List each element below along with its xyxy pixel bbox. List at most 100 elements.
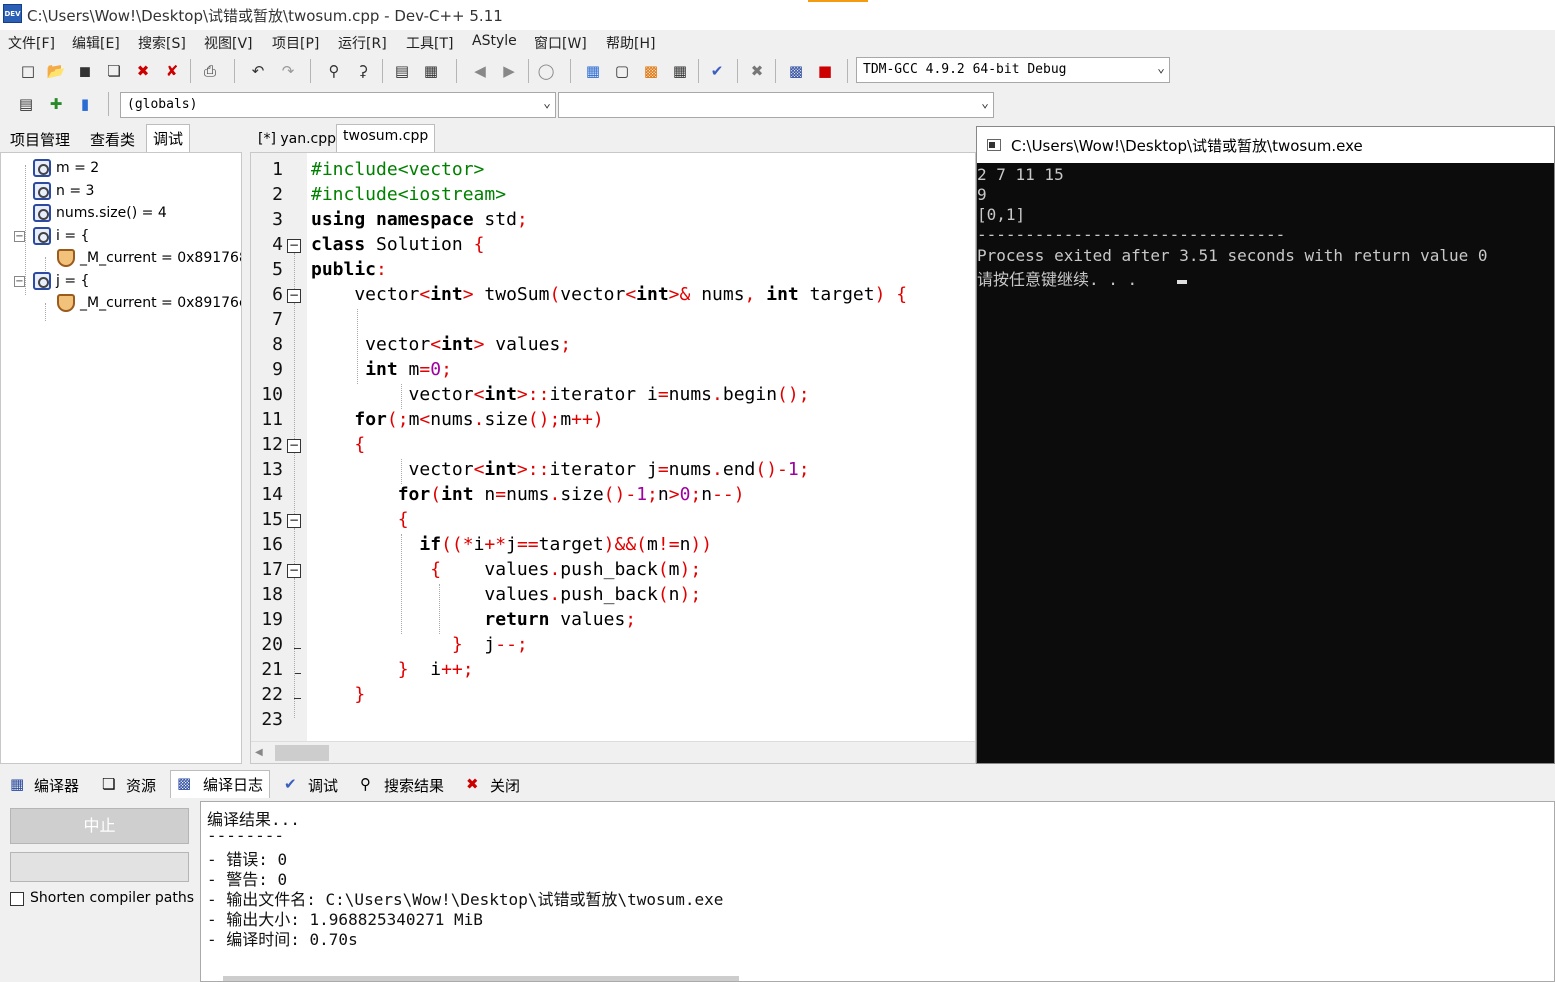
abort-button[interactable]: 中止 bbox=[10, 808, 189, 844]
insert-icon[interactable]: ▤ bbox=[14, 92, 38, 116]
line-number: 19 bbox=[261, 609, 283, 630]
tab-close[interactable]: ✖ 关闭 bbox=[460, 772, 526, 798]
log-horizontal-scrollbar[interactable] bbox=[223, 976, 739, 981]
fold-toggle-icon[interactable]: − bbox=[287, 439, 301, 453]
shorten-paths-checkbox[interactable] bbox=[10, 892, 24, 906]
watch-variable-icon bbox=[33, 182, 51, 200]
fold-toggle-icon[interactable]: − bbox=[287, 514, 301, 528]
scope-select[interactable]: (globals) ⌄ bbox=[120, 92, 556, 118]
tab-compiler[interactable]: ▦ 编译器 bbox=[4, 772, 85, 798]
fold-toggle-icon[interactable]: − bbox=[287, 564, 301, 578]
watch-child-item[interactable]: _M_current = 0x89176c bbox=[57, 292, 241, 314]
comment-icon[interactable]: ◯ bbox=[534, 59, 558, 83]
save-icon[interactable]: ◼ bbox=[73, 59, 97, 83]
code-line-10: vector<int>::iterator i=nums.begin(); bbox=[311, 384, 810, 405]
watch-item[interactable]: nums.size() = 4 bbox=[33, 202, 167, 224]
code-editor[interactable]: 1 2 3 4 5 6 7 8 9 10 11 12 13 14 15 16 1… bbox=[250, 152, 976, 764]
fold-toggle-icon[interactable]: − bbox=[287, 239, 301, 253]
compile-icon[interactable]: ▦ bbox=[581, 59, 605, 83]
code-line-1: #include<vector> bbox=[311, 159, 485, 180]
tab-debug-bottom[interactable]: ✔ 调试 bbox=[278, 772, 344, 798]
unindent-icon[interactable]: ▶ bbox=[497, 59, 521, 83]
tab-search-results[interactable]: ⚲ 搜索结果 bbox=[354, 772, 450, 798]
menu-astyle[interactable]: AStyle bbox=[472, 33, 517, 49]
tab-project-manager[interactable]: 项目管理 bbox=[4, 126, 76, 152]
watch-item[interactable]: i = { bbox=[33, 225, 89, 247]
tab-label: 搜索结果 bbox=[384, 777, 445, 795]
chart-icon[interactable]: ▩ bbox=[784, 59, 808, 83]
tab-yan-cpp[interactable]: [*] yan.cpp bbox=[252, 128, 342, 154]
indent-icon[interactable]: ◀ bbox=[468, 59, 492, 83]
check-icon: ✔ bbox=[284, 775, 297, 793]
add-to-project-icon[interactable]: ✚ bbox=[44, 92, 68, 116]
editor-horizontal-scrollbar[interactable]: ◀ bbox=[251, 741, 975, 763]
debug-watch-tree: m = 2 n = 3 nums.size() = 4 − i = { _M_c… bbox=[0, 152, 242, 764]
tab-resources[interactable]: ❏ 资源 bbox=[96, 772, 162, 798]
undo-icon[interactable]: ↶ bbox=[246, 59, 270, 83]
watch-variable-icon bbox=[33, 159, 51, 177]
code-line-19: return values; bbox=[484, 609, 637, 630]
menu-project[interactable]: 项目[P] bbox=[272, 33, 319, 53]
code-line-12: { bbox=[354, 434, 366, 455]
close-file-icon[interactable]: ✖ bbox=[131, 59, 155, 83]
tab-twosum-cpp[interactable]: twosum.cpp bbox=[336, 124, 436, 152]
watch-item[interactable]: m = 2 bbox=[33, 157, 99, 179]
code-line-5: public: bbox=[311, 259, 387, 280]
menu-tools[interactable]: 工具[T] bbox=[406, 33, 453, 53]
syntax-check-icon[interactable]: ✔ bbox=[705, 59, 729, 83]
line-number: 18 bbox=[261, 584, 283, 605]
fold-line bbox=[294, 528, 295, 564]
toggle-bookmark-icon[interactable]: ▦ bbox=[419, 59, 443, 83]
title-bar: DEV C:\Users\Wow!\Desktop\试错或暂放\twosum.c… bbox=[0, 0, 1555, 30]
toolbar-separator bbox=[456, 59, 457, 83]
console-window[interactable]: C:\Users\Wow!\Desktop\试错或暂放\twosum.exe 2… bbox=[976, 126, 1555, 764]
line-number: 21 bbox=[261, 659, 283, 680]
watch-item[interactable]: n = 3 bbox=[33, 180, 94, 202]
menu-file[interactable]: 文件[F] bbox=[8, 33, 55, 53]
compile-log[interactable]: 编译结果... -------- - 错误: 0 - 警告: 0 - 输出文件名… bbox=[200, 801, 1555, 982]
redo-icon[interactable]: ↷ bbox=[276, 59, 300, 83]
scrollbar-thumb[interactable] bbox=[275, 745, 329, 761]
bookmark-icon[interactable]: ▮ bbox=[73, 92, 97, 116]
line-number: 22 bbox=[261, 684, 283, 705]
menu-run[interactable]: 运行[R] bbox=[338, 33, 387, 53]
find-icon[interactable]: ⚲ bbox=[322, 59, 346, 83]
menu-search[interactable]: 搜索[S] bbox=[138, 33, 186, 53]
menu-bar: 文件[F] 编辑[E] 搜索[S] 视图[V] 项目[P] 运行[R] 工具[T… bbox=[0, 30, 1555, 54]
run-icon[interactable]: ▢ bbox=[610, 59, 634, 83]
tab-debug[interactable]: 调试 bbox=[146, 124, 191, 152]
tab-class-browser[interactable]: 查看类 bbox=[84, 126, 141, 152]
scroll-left-icon[interactable]: ◀ bbox=[255, 747, 263, 758]
new-file-icon[interactable]: □ bbox=[16, 59, 40, 83]
compile-run-icon[interactable]: ▩ bbox=[639, 59, 663, 83]
menu-window[interactable]: 窗口[W] bbox=[534, 33, 587, 53]
replace-icon[interactable]: ⚳ bbox=[351, 59, 375, 83]
open-file-icon[interactable]: 📂 bbox=[44, 59, 68, 83]
compiler-select[interactable]: TDM-GCC 4.9.2 64-bit Debug ⌄ bbox=[856, 57, 1170, 83]
fold-toggle-icon[interactable]: − bbox=[287, 289, 301, 303]
line-number: 8 bbox=[272, 334, 283, 355]
code-line-4: class Solution { bbox=[311, 234, 485, 255]
rebuild-icon[interactable]: ▦ bbox=[668, 59, 692, 83]
delete-icon[interactable]: ✖ bbox=[745, 59, 769, 83]
close-all-icon[interactable]: ✘ bbox=[160, 59, 184, 83]
tab-label: 编译器 bbox=[34, 777, 80, 795]
code-line-21: } i++; bbox=[397, 659, 474, 680]
goto-line-icon[interactable]: ▤ bbox=[390, 59, 414, 83]
watch-child-item[interactable]: _M_current = 0x891768 bbox=[57, 247, 241, 269]
menu-view[interactable]: 视图[V] bbox=[204, 33, 253, 53]
print-icon[interactable]: ⎙ bbox=[198, 59, 222, 83]
tab-compile-log[interactable]: ▩ 编译日志 bbox=[170, 770, 271, 798]
menu-edit[interactable]: 编辑[E] bbox=[72, 33, 120, 53]
symbol-select[interactable]: ⌄ bbox=[558, 92, 994, 118]
save-all-icon[interactable]: ❏ bbox=[102, 59, 126, 83]
collapse-icon[interactable]: − bbox=[14, 231, 25, 242]
console-output-line: 2 7 11 15 bbox=[977, 165, 1064, 184]
member-field-icon bbox=[57, 294, 75, 312]
console-title-bar: C:\Users\Wow!\Desktop\试错或暂放\twosum.exe bbox=[977, 127, 1554, 163]
stop-execution-icon[interactable]: ■ bbox=[813, 59, 837, 83]
console-cursor bbox=[1177, 280, 1187, 284]
menu-help[interactable]: 帮助[H] bbox=[606, 33, 655, 53]
watch-item[interactable]: j = { bbox=[33, 270, 89, 292]
collapse-icon[interactable]: − bbox=[14, 276, 25, 287]
